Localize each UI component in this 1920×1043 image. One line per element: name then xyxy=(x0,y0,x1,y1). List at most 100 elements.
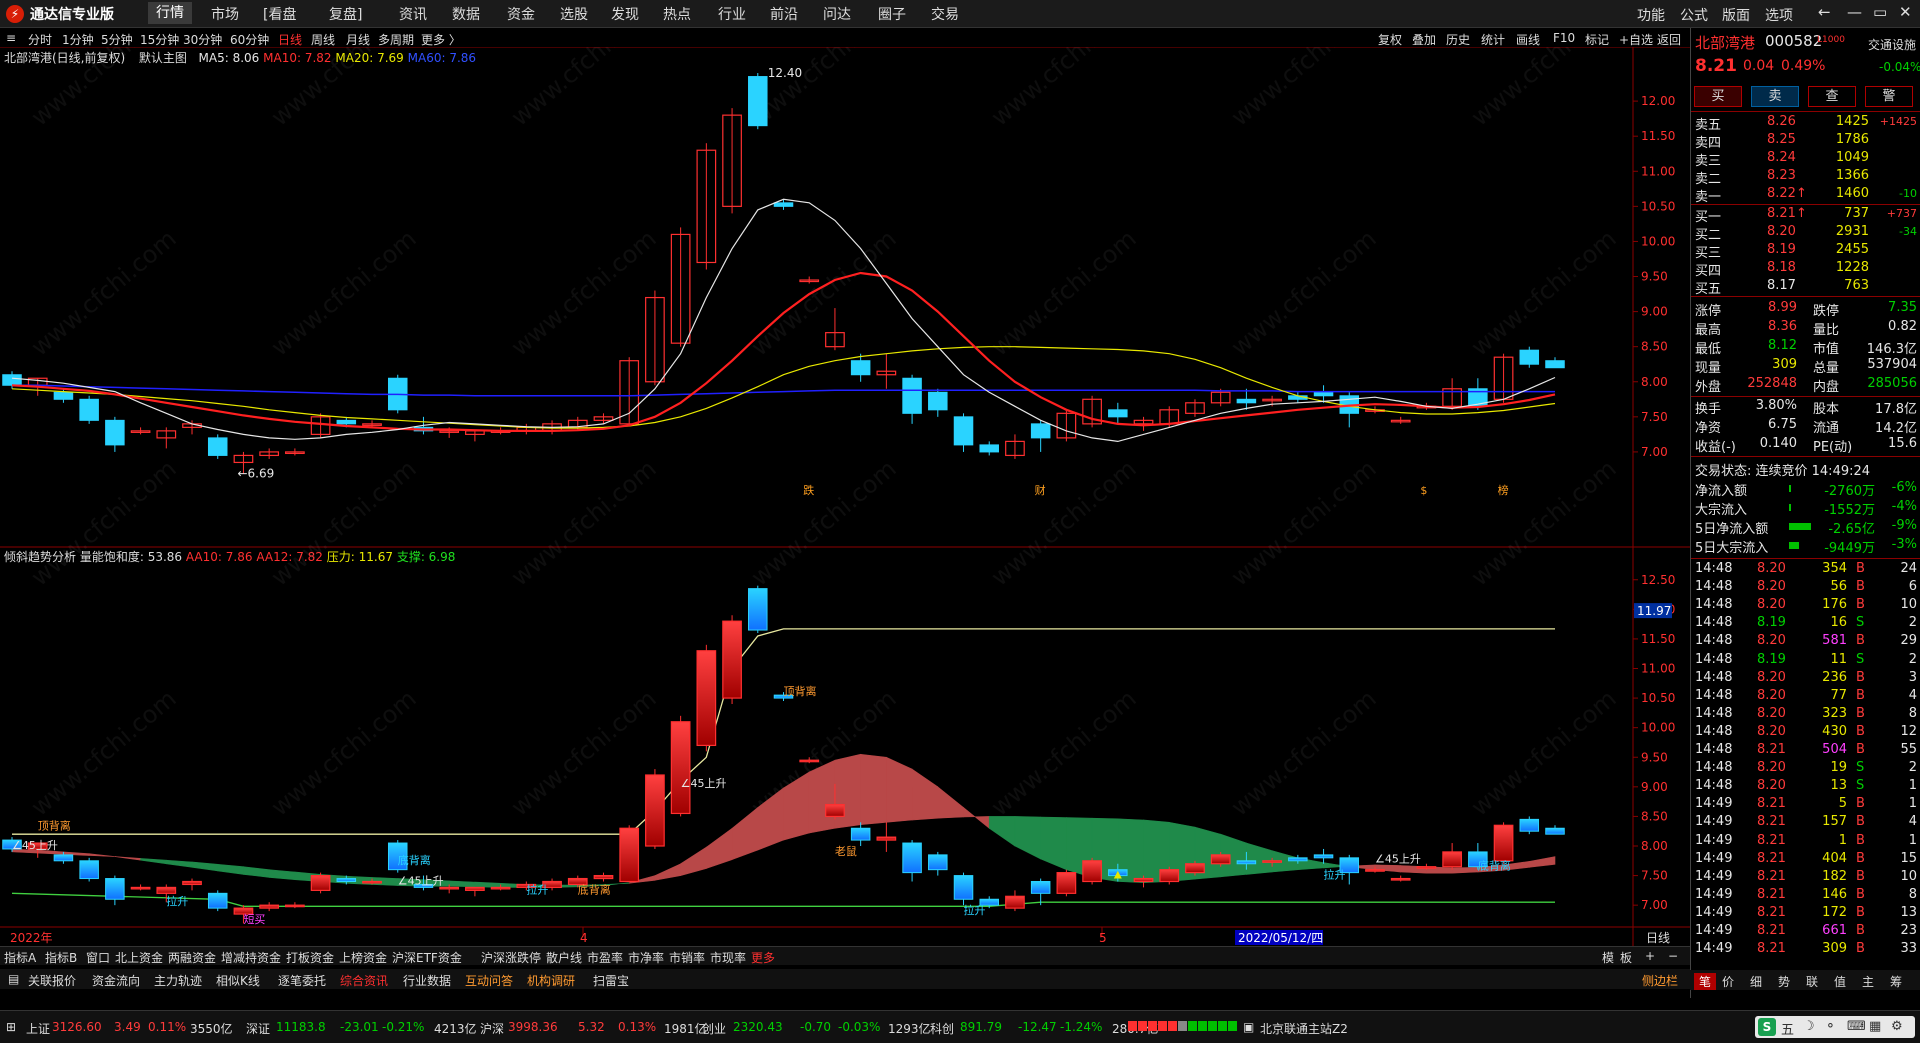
info-tab-0[interactable]: 关联报价 xyxy=(28,972,76,989)
info-tab-5[interactable]: 综合资讯 xyxy=(340,972,388,989)
kline-chart-area[interactable]: www.cfchi.com www.cfchi.com www.cfchi.com w… xyxy=(0,47,1690,947)
indicator-right-2[interactable]: + xyxy=(1645,949,1655,963)
period-5[interactable]: 60分钟 xyxy=(230,31,269,48)
period-0[interactable]: 分时 xyxy=(28,31,52,48)
info-tab-4[interactable]: 逐笔委托 xyxy=(278,972,326,989)
chart-tool-8[interactable]: 返回 xyxy=(1657,31,1681,48)
menu-right-3[interactable]: 选项 xyxy=(1765,5,1793,25)
grid-icon[interactable]: ▤ xyxy=(8,972,19,986)
period-2[interactable]: 5分钟 xyxy=(101,31,133,48)
menu-6[interactable]: 资金 xyxy=(507,4,535,24)
menu-10[interactable]: 行业 xyxy=(718,4,746,24)
sector-link[interactable]: 交通设施 xyxy=(1868,36,1916,53)
indicator-tab-7[interactable]: 上榜资金 xyxy=(339,949,387,966)
panel-tab-5[interactable]: 值 xyxy=(1834,973,1846,990)
menu-13[interactable]: 圈子 xyxy=(878,4,906,24)
chart-tool-6[interactable]: 标记 xyxy=(1585,31,1609,48)
panel-tab-2[interactable]: 细 xyxy=(1750,973,1762,990)
chart-tool-0[interactable]: 复权 xyxy=(1378,31,1402,48)
index-name-0[interactable]: 上证 xyxy=(26,1020,50,1037)
close-icon[interactable]: ✕ xyxy=(1899,3,1912,21)
menu-0[interactable]: 行情 xyxy=(148,2,192,24)
alert-button[interactable]: 警 xyxy=(1865,86,1913,107)
status-menu-icon[interactable]: ⊞ xyxy=(6,1020,16,1034)
info-tab-2[interactable]: 主力轨迹 xyxy=(154,972,202,989)
indicator-tab-14[interactable]: 市现率 xyxy=(710,949,746,966)
panel-tab-6[interactable]: 主 xyxy=(1862,973,1874,990)
indicator-tab-11[interactable]: 市盈率 xyxy=(587,949,623,966)
index-name-4[interactable]: 科创 xyxy=(930,1020,954,1037)
panel-tab-0[interactable]: 笔 xyxy=(1694,973,1717,990)
indicator-tab-12[interactable]: 市净率 xyxy=(628,949,664,966)
period-4[interactable]: 30分钟 xyxy=(183,31,222,48)
ime-icon-1[interactable]: ☽ xyxy=(1803,1019,1815,1034)
menu-right-2[interactable]: 版面 xyxy=(1722,5,1750,25)
back-icon[interactable]: ← xyxy=(1818,3,1831,21)
info-tab-9[interactable]: 扫雷宝 xyxy=(593,972,629,989)
chart-tool-3[interactable]: 统计 xyxy=(1481,31,1505,48)
chart-tool-5[interactable]: F10 xyxy=(1553,31,1575,45)
chart-tool-7[interactable]: +自选 xyxy=(1619,31,1653,48)
buy-button[interactable]: 买 xyxy=(1694,86,1742,107)
ime-icon-2[interactable]: ⚬ xyxy=(1825,1019,1836,1034)
menu-4[interactable]: 资讯 xyxy=(399,4,427,24)
indicator-tab-6[interactable]: 打板资金 xyxy=(286,949,334,966)
menu-right-1[interactable]: 公式 xyxy=(1680,5,1708,25)
indicator-tab-1[interactable]: 指标B xyxy=(45,949,77,966)
panel-tab-4[interactable]: 联 xyxy=(1806,973,1818,990)
period-9[interactable]: 多周期 xyxy=(378,31,414,48)
period-7[interactable]: 周线 xyxy=(311,31,335,48)
indicator-tab-3[interactable]: 北上资金 xyxy=(115,949,163,966)
period-8[interactable]: 月线 xyxy=(346,31,370,48)
period-6[interactable]: 日线 xyxy=(278,31,302,48)
menu-12[interactable]: 问达 xyxy=(823,4,851,24)
period-1[interactable]: 1分钟 xyxy=(62,31,94,48)
chart-tool-2[interactable]: 历史 xyxy=(1446,31,1470,48)
indicator-tab-8[interactable]: 沪深ETF资金 xyxy=(392,949,462,966)
maximize-icon[interactable]: ▭ xyxy=(1873,3,1887,21)
info-tab-1[interactable]: 资金流向 xyxy=(92,972,140,989)
panel-tab-7[interactable]: 筹 xyxy=(1890,973,1902,990)
indicator-right-0[interactable]: 模 xyxy=(1602,949,1614,966)
indicator-tab-10[interactable]: 散户线 xyxy=(546,949,582,966)
indicator-right-1[interactable]: 板 xyxy=(1620,949,1632,966)
menu-9[interactable]: 热点 xyxy=(663,4,691,24)
chart-tool-4[interactable]: 画线 xyxy=(1516,31,1540,48)
index-name-3[interactable]: 创业 xyxy=(702,1020,726,1037)
info-tab-8[interactable]: 机构调研 xyxy=(527,972,575,989)
menu-8[interactable]: 发现 xyxy=(611,4,639,24)
indicator-tab-13[interactable]: 市销率 xyxy=(669,949,705,966)
sell-button[interactable]: 卖 xyxy=(1751,86,1799,107)
panel-tab-3[interactable]: 势 xyxy=(1778,973,1790,990)
indicator-tab-15[interactable]: 更多 xyxy=(751,949,775,966)
period-10[interactable]: 更多 〉 xyxy=(421,31,461,48)
menu-2[interactable]: [看盘 xyxy=(263,4,296,24)
indicator-tab-2[interactable]: 窗口 xyxy=(86,949,110,966)
period-3[interactable]: 15分钟 xyxy=(140,31,179,48)
index-name-1[interactable]: 深证 xyxy=(246,1020,270,1037)
indicator-right-3[interactable]: − xyxy=(1668,949,1678,963)
ime-icon-3[interactable]: ⌨ xyxy=(1847,1019,1866,1034)
chart-tool-1[interactable]: 叠加 xyxy=(1412,31,1436,48)
info-tab-3[interactable]: 相似K线 xyxy=(216,972,260,989)
indicator-tab-0[interactable]: 指标A xyxy=(4,949,36,966)
query-button[interactable]: 查 xyxy=(1808,86,1856,107)
info-tab-6[interactable]: 行业数据 xyxy=(403,972,451,989)
menu-7[interactable]: 选股 xyxy=(560,4,588,24)
ime-icon-5[interactable]: ⚙ xyxy=(1891,1019,1903,1034)
indicator-tab-9[interactable]: 沪深涨跌停 xyxy=(481,949,541,966)
indicator-tab-5[interactable]: 增减持资金 xyxy=(221,949,281,966)
index-name-2[interactable]: 沪深 xyxy=(480,1020,504,1037)
menu-right-0[interactable]: 功能 xyxy=(1637,5,1665,25)
menu-11[interactable]: 前沿 xyxy=(770,4,798,24)
menu-14[interactable]: 交易 xyxy=(931,4,959,24)
sidebar-toggle[interactable]: 侧边栏 xyxy=(1642,972,1678,989)
minimize-icon[interactable]: — xyxy=(1847,3,1862,21)
panel-tab-1[interactable]: 价 xyxy=(1722,973,1734,990)
info-tab-7[interactable]: 互动问答 xyxy=(465,972,513,989)
menu-3[interactable]: 复盘] xyxy=(329,4,362,24)
ime-icon-0[interactable]: 五 xyxy=(1781,1019,1794,1038)
menu-1[interactable]: 市场 xyxy=(211,4,239,24)
menu-5[interactable]: 数据 xyxy=(452,4,480,24)
indicator-tab-4[interactable]: 两融资金 xyxy=(168,949,216,966)
